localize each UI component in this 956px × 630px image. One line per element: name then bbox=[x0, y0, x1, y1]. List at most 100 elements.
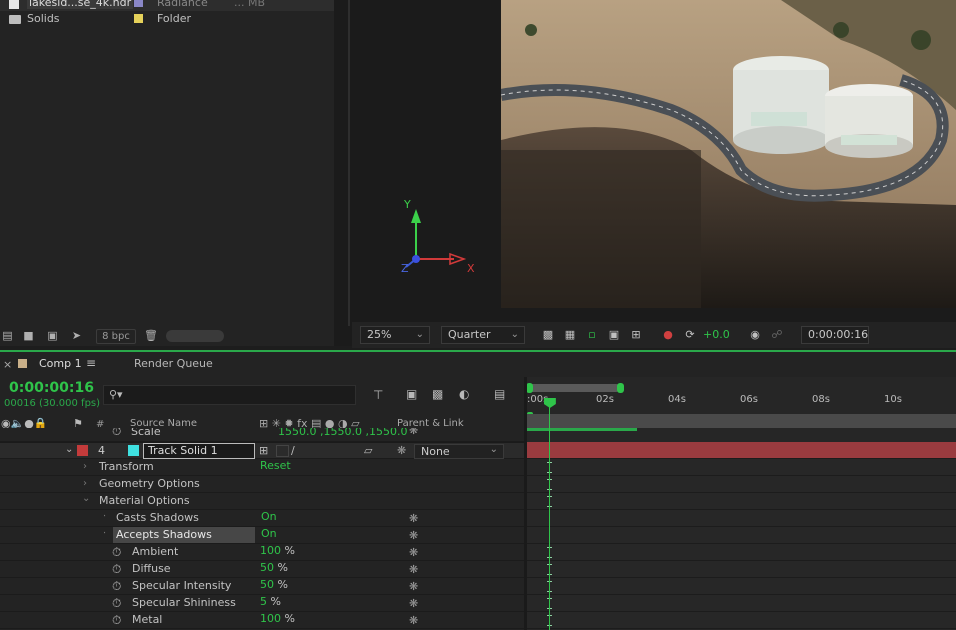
pick-whip-icon[interactable]: ❋ bbox=[409, 580, 418, 593]
layer-name[interactable]: Track Solid 1 bbox=[143, 443, 255, 459]
property-value[interactable]: 50 % bbox=[260, 561, 288, 574]
property-value[interactable]: On bbox=[261, 510, 277, 523]
tab-render-queue[interactable]: Render Queue bbox=[134, 357, 213, 370]
channels-icon[interactable]: ● bbox=[661, 328, 675, 342]
shy-switch-icon[interactable]: ⊞ bbox=[259, 444, 268, 457]
playhead-handle[interactable] bbox=[543, 398, 556, 408]
mask-visibility-icon[interactable]: ▫ bbox=[585, 328, 599, 342]
reset-link[interactable]: Reset bbox=[260, 459, 291, 472]
label-color-swatch[interactable] bbox=[134, 0, 143, 7]
label-color-swatch[interactable] bbox=[134, 14, 143, 23]
project-item-type: Radiance bbox=[157, 0, 208, 9]
draft-3d-icon[interactable]: ▣ bbox=[406, 387, 417, 401]
trash-icon[interactable]: 🗑 bbox=[144, 330, 158, 341]
chevron-down-icon[interactable]: ⌄ bbox=[82, 493, 90, 504]
tab-menu-icon[interactable]: ≡ bbox=[86, 356, 96, 370]
comp-flowchart-icon[interactable]: ⊤ bbox=[373, 388, 383, 402]
stopwatch-icon[interactable]: ⏱ bbox=[112, 613, 121, 628]
motion-blur-icon[interactable]: ◐ bbox=[459, 387, 469, 401]
pick-whip-icon[interactable]: ❋ bbox=[409, 597, 418, 610]
resolution-dropdown[interactable]: Quarter ⌄ bbox=[441, 326, 525, 344]
property-value[interactable]: 50 % bbox=[260, 578, 288, 591]
work-area-bar[interactable] bbox=[527, 414, 956, 428]
ruler-tick-label: 04s bbox=[668, 394, 686, 405]
stopwatch-icon[interactable]: ⏱ bbox=[112, 428, 121, 439]
expand-chevron-down-icon[interactable]: ⌄ bbox=[65, 444, 73, 455]
stopwatch-icon[interactable]: ⏱ bbox=[112, 545, 121, 560]
pick-whip-icon[interactable]: ❋ bbox=[409, 512, 418, 525]
transparency-grid-icon[interactable]: ▦ bbox=[563, 328, 577, 342]
time-ruler[interactable]: :00s 02s 04s 06s 08s 10s bbox=[526, 380, 956, 416]
property-value[interactable]: On bbox=[261, 527, 277, 540]
chevron-right-icon[interactable]: › bbox=[83, 478, 87, 489]
navigator-end-handle[interactable] bbox=[617, 383, 624, 393]
composition-viewer[interactable]: Y X Z bbox=[352, 0, 956, 326]
pick-whip-icon[interactable]: ❋ bbox=[409, 428, 418, 437]
property-row-casts-shadows[interactable]: ⋅ Casts Shadows On ❋ bbox=[0, 510, 524, 527]
quality-switch-icon[interactable]: ∕ bbox=[291, 444, 295, 457]
timeline-splitter[interactable] bbox=[524, 377, 527, 630]
search-input[interactable] bbox=[130, 387, 350, 403]
property-value[interactable]: 1550.0 ,1550.0 ,1550.0 bbox=[278, 428, 407, 438]
property-row-specular-intensity[interactable]: ⏱ Specular Intensity 50 % ❋ bbox=[0, 578, 524, 595]
3d-layer-icon[interactable]: ▱ bbox=[364, 444, 372, 457]
work-area-navigator[interactable] bbox=[527, 384, 620, 392]
property-row-ambient[interactable]: ⏱ Ambient 100 % ❋ bbox=[0, 544, 524, 561]
property-value[interactable]: 5 % bbox=[260, 595, 281, 608]
frame-blending-icon[interactable]: ▩ bbox=[432, 387, 443, 401]
new-folder-icon[interactable]: ■ bbox=[22, 330, 35, 341]
scene-render bbox=[501, 0, 956, 308]
tab-comp-1[interactable]: Comp 1 bbox=[39, 357, 82, 370]
project-panel: lakesid...se_4k.hdr Radiance ... MB Soli… bbox=[0, 0, 334, 346]
current-time-display[interactable]: 0:00:00:16 bbox=[9, 380, 94, 396]
group-row-transform[interactable]: › Transform Reset bbox=[0, 459, 524, 476]
exposure-value[interactable]: +0.0 bbox=[703, 328, 730, 341]
pick-whip-icon[interactable]: ❋ bbox=[409, 563, 418, 576]
stopwatch-icon[interactable]: ⏱ bbox=[112, 562, 121, 577]
project-horizontal-scrollbar[interactable] bbox=[166, 330, 224, 342]
render-icon[interactable]: ➤ bbox=[70, 330, 83, 341]
navigator-start-handle[interactable] bbox=[526, 383, 533, 393]
bit-depth-button[interactable]: 8 bpc bbox=[96, 329, 136, 344]
collapse-switch[interactable] bbox=[276, 445, 289, 457]
group-row-geometry-options[interactable]: › Geometry Options bbox=[0, 476, 524, 493]
pick-whip-icon[interactable]: ❋ bbox=[409, 614, 418, 627]
chevron-right-icon[interactable]: › bbox=[83, 461, 87, 472]
playhead[interactable] bbox=[543, 398, 556, 630]
fast-previews-icon[interactable]: ▩ bbox=[541, 328, 555, 342]
stopwatch-icon[interactable]: ⏱ bbox=[112, 596, 121, 611]
value-number: 100 bbox=[260, 612, 281, 625]
new-composition-icon[interactable]: ▣ bbox=[46, 330, 59, 341]
magnification-dropdown[interactable]: 25% ⌄ bbox=[360, 326, 430, 344]
property-row-metal[interactable]: ⏱ Metal 100 % ❋ bbox=[0, 612, 524, 629]
current-time-field[interactable]: 0:00:00:16 bbox=[801, 326, 869, 344]
property-row-diffuse[interactable]: ⏱ Diffuse 50 % ❋ bbox=[0, 561, 524, 578]
reset-exposure-icon[interactable]: ⟳ bbox=[683, 328, 697, 342]
project-item-size: ... MB bbox=[234, 0, 266, 9]
property-row-specular-shininess[interactable]: ⏱ Specular Shininess 5 % ❋ bbox=[0, 595, 524, 612]
stopwatch-icon[interactable]: ⏱ bbox=[112, 579, 121, 594]
layer-search-box[interactable]: ⚲▾ bbox=[103, 385, 356, 405]
viewer-toolbar: 25% ⌄ Quarter ⌄ ▩ ▦ ▫ ▣ ⊞ ● ⟳ +0.0 ◉ ☍ 0… bbox=[352, 322, 956, 348]
property-row-accepts-shadows[interactable]: ⋅ Accepts Shadows On ❋ bbox=[0, 527, 524, 544]
snapshot-icon[interactable]: ◉ bbox=[748, 328, 762, 342]
layer-label-color[interactable] bbox=[77, 445, 88, 456]
pick-whip-icon[interactable]: ❋ bbox=[409, 546, 418, 559]
close-icon[interactable]: × bbox=[3, 358, 12, 371]
region-of-interest-icon[interactable]: ▣ bbox=[607, 328, 621, 342]
parent-pick-whip-icon[interactable]: ❋ bbox=[397, 444, 406, 457]
property-row-scale[interactable]: ⏱ Scale 1550.0 ,1550.0 ,1550.0 ❋ bbox=[0, 428, 524, 442]
property-value[interactable]: 100 % bbox=[260, 544, 295, 557]
property-value[interactable]: 100 % bbox=[260, 612, 295, 625]
project-item-solids[interactable]: Solids Folder bbox=[0, 10, 334, 27]
project-scrollbar[interactable] bbox=[348, 0, 350, 326]
layer-row[interactable]: ⌄ 4 Track Solid 1 ⊞ ∕ ▱ ❋ None ⌄ bbox=[0, 442, 524, 459]
interpret-footage-icon[interactable]: ▤ bbox=[1, 330, 14, 341]
parent-dropdown[interactable]: None ⌄ bbox=[414, 444, 504, 459]
pick-whip-icon[interactable]: ❋ bbox=[409, 529, 418, 542]
group-row-material-options[interactable]: ⌄ Material Options bbox=[0, 493, 524, 510]
show-snapshot-icon[interactable]: ☍ bbox=[770, 328, 784, 342]
layer-duration-bar[interactable] bbox=[527, 442, 956, 459]
graph-editor-icon[interactable]: ▤ bbox=[494, 387, 505, 401]
grid-guides-icon[interactable]: ⊞ bbox=[629, 328, 643, 342]
